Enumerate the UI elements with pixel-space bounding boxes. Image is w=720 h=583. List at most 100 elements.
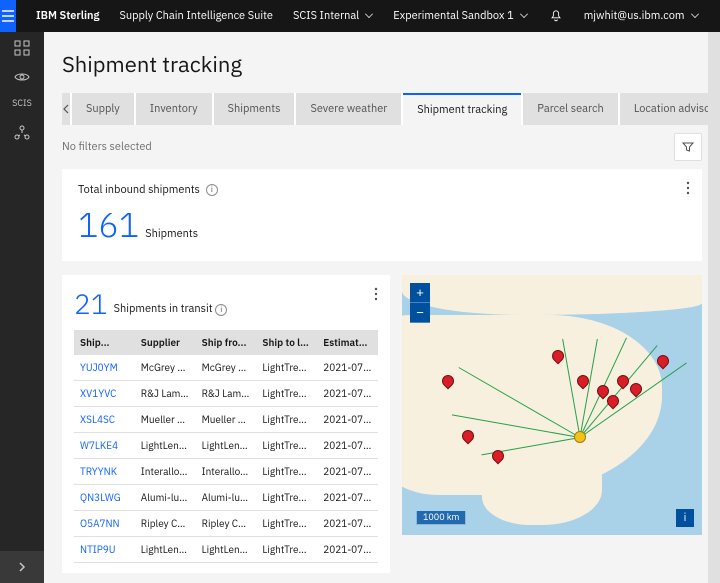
tab-severe-weather[interactable]: Severe weather <box>296 93 401 125</box>
cell-to: LightTree P... <box>256 433 317 459</box>
map-card[interactable]: + − 1000 km i <box>402 275 702 535</box>
transit-value: 21 <box>74 285 108 322</box>
card-overflow-menu[interactable] <box>374 287 378 305</box>
cell-from: Ripley Cont... <box>196 511 257 537</box>
cell-eta: 2021-07-27 <box>317 381 378 407</box>
hamburger-icon <box>0 8 16 24</box>
cell-supplier: LightLens I... <box>135 433 196 459</box>
shipment-id-link[interactable]: NTIP9U <box>74 537 135 563</box>
cell-to: LightTree P... <box>256 355 317 381</box>
shipment-id-link[interactable]: QN3LWG <box>74 485 135 511</box>
hamburger-menu-button[interactable] <box>0 0 16 32</box>
zoom-in-button[interactable]: + <box>410 283 430 303</box>
cell-supplier: Ripley Cont... <box>135 511 196 537</box>
info-icon[interactable]: i <box>206 184 218 196</box>
info-icon[interactable]: i <box>215 304 227 316</box>
user-menu[interactable]: mjwhit@us.ibm.com <box>574 9 709 23</box>
zoom-out-button[interactable]: − <box>410 303 430 323</box>
cell-eta: 2021-07-26 <box>317 407 378 433</box>
shipment-id-link[interactable]: XV1YVC <box>74 381 135 407</box>
map-zoom-controls: + − <box>410 283 430 323</box>
cell-from: McGrey Ele... <box>196 355 257 381</box>
table-row[interactable]: XSL4SCMueller OEMMueller OE...LightTree … <box>74 407 378 433</box>
page-title: Shipment tracking <box>62 50 702 79</box>
environment-dropdown[interactable]: Experimental Sandbox 1 <box>383 9 537 23</box>
cell-eta: 2021-07-26 <box>317 433 378 459</box>
shipment-id-link[interactable]: XSL4SC <box>74 407 135 433</box>
rail-item-eye[interactable] <box>0 72 44 82</box>
rail-item-scis[interactable]: SCIS <box>0 98 44 109</box>
cell-to: LightTree P... <box>256 459 317 485</box>
cell-to: LightTree P... <box>256 381 317 407</box>
table-row[interactable]: YUJ0YMMcGrey Ele...McGrey Ele...LightTre… <box>74 355 378 381</box>
map-hub-marker[interactable] <box>574 431 586 443</box>
cell-from: Interalloy ... <box>196 459 257 485</box>
cell-from: Mueller OE... <box>196 407 257 433</box>
shipment-id-link[interactable]: TRYYNK <box>74 459 135 485</box>
rail-item-network[interactable] <box>0 125 44 141</box>
left-nav-rail: SCIS <box>0 32 44 583</box>
chevron-down-icon <box>520 10 528 18</box>
workspace-dropdown[interactable]: SCIS Internal <box>283 9 383 23</box>
table-row[interactable]: TRYYNKInteralloy ...Interalloy ...LightT… <box>74 459 378 485</box>
transit-table: Ship... Supplier Ship fro... Ship to lo.… <box>74 330 378 563</box>
col-estimate[interactable]: Estimate... <box>317 330 378 355</box>
filter-button[interactable] <box>674 133 702 161</box>
shipment-id-link[interactable]: YUJ0YM <box>74 355 135 381</box>
cell-supplier: LightLens I... <box>135 537 196 563</box>
cell-to: LightTree P... <box>256 407 317 433</box>
suite-label[interactable]: Supply Chain Intelligence Suite <box>109 9 282 23</box>
brand-label[interactable]: IBM Sterling <box>26 9 109 23</box>
tab-location-advisories[interactable]: Location advisorie <box>620 93 720 125</box>
total-shipments-card: Total inbound shipments i 161 Shipments <box>62 169 702 261</box>
chevron-down-icon <box>365 10 373 18</box>
help-button[interactable]: ? <box>709 8 720 24</box>
main-content: Shipment tracking Supply Inventory Shipm… <box>44 32 720 583</box>
col-shipment[interactable]: Ship... <box>74 330 135 355</box>
chevron-down-icon <box>691 10 699 18</box>
chevron-left-icon <box>62 104 70 114</box>
table-row[interactable]: XV1YVCR&J Lamp ...R&J Lamp ...LightTree … <box>74 381 378 407</box>
scrollbar[interactable] <box>708 32 720 583</box>
notifications-button[interactable] <box>538 8 574 24</box>
cell-eta: 2021-07-25 <box>317 459 378 485</box>
kpi-value: 161 <box>78 203 139 247</box>
cell-to: LightTree P... <box>256 537 317 563</box>
map-scale: 1000 km <box>416 511 466 525</box>
cell-eta: 2021-07-26 <box>317 511 378 537</box>
filter-bar: No filters selected <box>62 125 702 169</box>
cell-to: LightTree P... <box>256 485 317 511</box>
rail-expand-button[interactable] <box>0 551 44 583</box>
cell-eta: 2021-07-25 <box>317 537 378 563</box>
col-supplier[interactable]: Supplier <box>135 330 196 355</box>
shipment-id-link[interactable]: W7LKE4 <box>74 433 135 459</box>
table-row[interactable]: W7LKE4LightLens I...LightLens I...LightT… <box>74 433 378 459</box>
table-row[interactable]: NTIP9ULightLens I...LightLens I...LightT… <box>74 537 378 563</box>
cell-from: R&J Lamp ... <box>196 381 257 407</box>
kpi-unit: Shipments <box>145 227 198 241</box>
rail-item-apps[interactable] <box>0 40 44 56</box>
cell-eta: 2021-07-26 <box>317 355 378 381</box>
kpi-title: Total inbound shipments <box>78 183 200 197</box>
card-overflow-menu[interactable] <box>686 181 690 199</box>
rail-scis-label: SCIS <box>12 98 32 109</box>
cell-supplier: McGrey Ele... <box>135 355 196 381</box>
transit-label: Shipments in transit <box>114 302 213 316</box>
shipment-id-link[interactable]: O5A7NN <box>74 511 135 537</box>
tabs-prev-button[interactable] <box>62 93 70 125</box>
tab-shipments[interactable]: Shipments <box>214 93 295 125</box>
cell-from: LightLens I... <box>196 433 257 459</box>
tab-parcel-search[interactable]: Parcel search <box>523 93 618 125</box>
tab-inventory[interactable]: Inventory <box>136 93 212 125</box>
cell-supplier: Mueller OEM <box>135 407 196 433</box>
map-info-button[interactable]: i <box>676 509 694 527</box>
filter-icon <box>682 141 694 153</box>
col-ship-to[interactable]: Ship to lo... <box>256 330 317 355</box>
table-row[interactable]: O5A7NNRipley Cont...Ripley Cont...LightT… <box>74 511 378 537</box>
apps-icon <box>14 40 30 56</box>
tab-supply[interactable]: Supply <box>72 93 134 125</box>
col-ship-from[interactable]: Ship fro... <box>196 330 257 355</box>
cell-supplier: Interalloy ... <box>135 459 196 485</box>
table-row[interactable]: QN3LWGAlumi-lux ...Alumi-lux ...LightTre… <box>74 485 378 511</box>
tab-shipment-tracking[interactable]: Shipment tracking <box>403 93 521 125</box>
